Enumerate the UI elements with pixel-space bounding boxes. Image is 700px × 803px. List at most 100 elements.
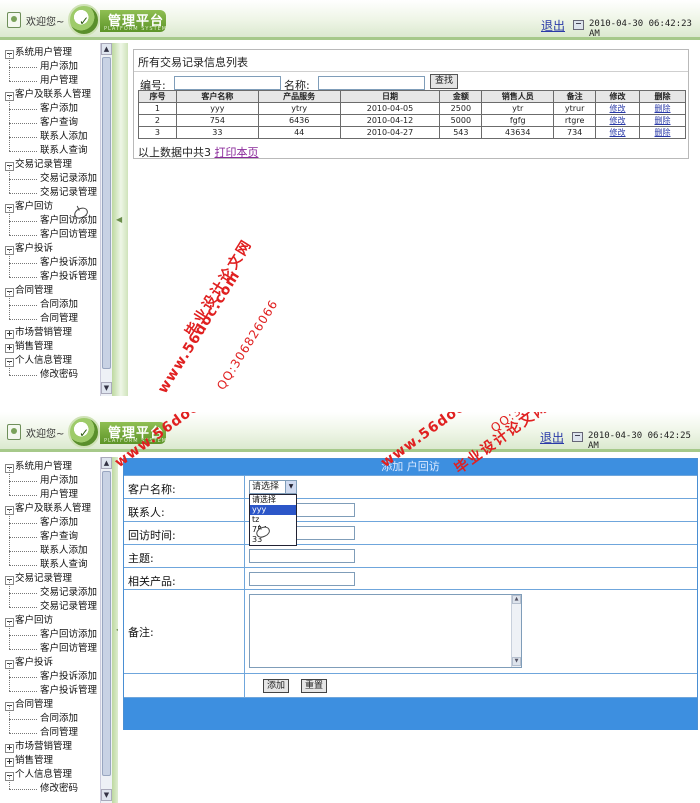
- sidebar-item[interactable]: 联系人添加: [4, 123, 98, 144]
- sidebar-group[interactable]: 合同管理: [4, 698, 98, 712]
- sidebar-group[interactable]: 交易记录管理: [4, 158, 98, 172]
- expand-icon[interactable]: [9, 745, 10, 750]
- sidebar-item[interactable]: 客户添加: [4, 95, 98, 116]
- sidebar-item[interactable]: 用户添加: [4, 467, 98, 488]
- sidebar-group[interactable]: 客户投诉: [4, 242, 98, 256]
- table-cell: 754: [175, 114, 259, 127]
- sidebar-item-label: 客户回访管理: [40, 229, 98, 240]
- scroll-down-icon[interactable]: ▼: [101, 382, 112, 394]
- sidebar-group[interactable]: 合同管理: [4, 284, 98, 298]
- splitter-grip-icon[interactable]: ◀: [116, 215, 124, 225]
- scroll-down-icon[interactable]: ▼: [101, 789, 112, 801]
- scroll-thumb[interactable]: [102, 471, 111, 776]
- add-button[interactable]: 添加: [263, 679, 290, 693]
- sidebar-item[interactable]: 用户添加: [4, 53, 98, 74]
- sidebar-item[interactable]: 客户查询: [4, 109, 98, 130]
- scroll-up-icon[interactable]: ▲: [101, 457, 112, 469]
- sidebar-item[interactable]: 客户投诉添加: [4, 663, 98, 684]
- delete-link[interactable]: 删除: [639, 102, 686, 115]
- number-input[interactable]: [174, 76, 281, 90]
- sidebar-item[interactable]: 合同添加: [4, 291, 98, 312]
- sidebar-item-label: 修改密码: [40, 369, 79, 380]
- sidebar-item[interactable]: 客户添加: [4, 509, 98, 530]
- sidebar-item-label: 合同管理: [40, 727, 79, 738]
- sidebar-group[interactable]: 客户及联系人管理: [4, 88, 98, 102]
- delete-link[interactable]: 删除: [639, 114, 686, 127]
- expand-icon[interactable]: [9, 759, 10, 764]
- search-button[interactable]: 查找: [430, 74, 459, 89]
- sidebar-group[interactable]: 系统用户管理: [4, 46, 98, 60]
- sidebar-item[interactable]: 合同管理: [4, 305, 98, 326]
- sidebar-item[interactable]: 联系人添加: [4, 537, 98, 558]
- customer-dropdown-list[interactable]: 请选择yyytz75433: [249, 494, 297, 546]
- sidebar-group-label: 合同管理: [15, 699, 54, 710]
- reset-button[interactable]: 重置: [301, 679, 328, 693]
- scroll-thumb[interactable]: [102, 57, 111, 369]
- print-page-link[interactable]: 打印本页: [215, 146, 259, 159]
- sidebar-item-label: 用户添加: [40, 475, 79, 486]
- scroll-up-icon[interactable]: ▲: [512, 595, 521, 604]
- sidebar-group[interactable]: 个人信息管理: [4, 768, 98, 782]
- sidebar-group[interactable]: 销售管理: [4, 340, 98, 354]
- sidebar-item[interactable]: 合同添加: [4, 705, 98, 726]
- dropdown-option[interactable]: yyy: [250, 505, 296, 515]
- sidebar-group[interactable]: 市场营销管理: [4, 740, 98, 754]
- sidebar-group[interactable]: 市场营销管理: [4, 326, 98, 340]
- delete-link[interactable]: 删除: [639, 126, 686, 139]
- dropdown-option[interactable]: 请选择: [250, 495, 296, 505]
- sidebar-group[interactable]: 客户回访: [4, 614, 98, 628]
- calendar-icon: [573, 20, 584, 30]
- subject-input[interactable]: [249, 549, 355, 563]
- edit-link[interactable]: 修改: [595, 102, 640, 115]
- scroll-down-icon[interactable]: ▼: [512, 657, 521, 666]
- sidebar-item[interactable]: 修改密码: [4, 775, 98, 796]
- sidebar-item[interactable]: 客户回访管理: [4, 221, 98, 242]
- sidebar-item[interactable]: 客户回访管理: [4, 635, 98, 656]
- sidebar-item[interactable]: 联系人查询: [4, 137, 98, 158]
- notes-textarea[interactable]: ▲ ▼: [249, 594, 522, 668]
- col-header: 销售人员: [481, 90, 555, 103]
- sidebar-group[interactable]: 销售管理: [4, 754, 98, 768]
- scroll-up-icon[interactable]: ▲: [101, 43, 112, 55]
- sidebar-item[interactable]: 客户查询: [4, 523, 98, 544]
- product-input[interactable]: [249, 572, 355, 586]
- dropdown-option[interactable]: tz: [250, 515, 296, 525]
- sidebar-item[interactable]: 交易记录管理: [4, 593, 98, 614]
- sidebar-item[interactable]: 修改密码: [4, 361, 98, 382]
- name-input[interactable]: [318, 76, 425, 90]
- sidebar-item[interactable]: 交易记录添加: [4, 579, 98, 600]
- sidebar-item-label: 用户添加: [40, 61, 79, 72]
- edit-link[interactable]: 修改: [595, 126, 640, 139]
- chevron-down-icon[interactable]: ▼: [285, 481, 296, 493]
- sidebar-item[interactable]: 用户管理: [4, 481, 98, 502]
- sidebar-item[interactable]: 客户回访添加: [4, 621, 98, 642]
- logout-link[interactable]: 退出: [541, 17, 565, 34]
- form-title: 添加 户回访: [124, 459, 697, 476]
- sidebar-group[interactable]: 客户及联系人管理: [4, 502, 98, 516]
- sidebar-group-label: 个人信息管理: [15, 769, 73, 780]
- sidebar-group[interactable]: 系统用户管理: [4, 460, 98, 474]
- edit-link[interactable]: 修改: [595, 114, 640, 127]
- sidebar-item[interactable]: 客户投诉添加: [4, 249, 98, 270]
- logout-link[interactable]: 退出: [540, 429, 564, 446]
- sidebar-group[interactable]: 交易记录管理: [4, 572, 98, 586]
- sidebar-item[interactable]: 交易记录管理: [4, 179, 98, 200]
- customer-select[interactable]: 请选择 ▼: [249, 480, 297, 494]
- textarea-scrollbar[interactable]: ▲ ▼: [511, 595, 521, 667]
- sidebar-item[interactable]: 交易记录添加: [4, 165, 98, 186]
- sidebar-item[interactable]: 合同管理: [4, 719, 98, 740]
- sidebar-group[interactable]: 客户投诉: [4, 656, 98, 670]
- sidebar-item[interactable]: 用户管理: [4, 67, 98, 88]
- expand-icon[interactable]: [9, 345, 10, 350]
- sidebar-item[interactable]: 客户投诉管理: [4, 263, 98, 284]
- sidebar-group[interactable]: 个人信息管理: [4, 354, 98, 368]
- sidebar-item[interactable]: 客户投诉管理: [4, 677, 98, 698]
- sidebar-group-label: 个人信息管理: [15, 355, 73, 366]
- expand-icon[interactable]: [9, 331, 10, 336]
- sidebar-item[interactable]: 联系人查询: [4, 551, 98, 572]
- table-cell: 2010-04-05: [339, 102, 441, 115]
- sidebar-splitter[interactable]: ◀: [112, 43, 128, 396]
- sidebar-item-label: 用户管理: [40, 489, 79, 500]
- sidebar-scrollbar[interactable]: ▲ ▼: [100, 457, 112, 803]
- sidebar-scrollbar[interactable]: ▲ ▼: [100, 43, 112, 396]
